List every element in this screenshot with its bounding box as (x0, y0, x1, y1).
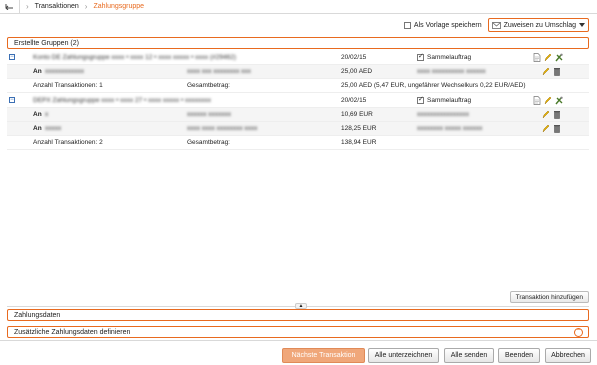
recipient-label: An (33, 111, 42, 118)
footer-bar: Nächste Transaktion Alle unterzeichnen A… (0, 340, 597, 365)
transaction-amount: 10,69 EUR (341, 111, 373, 118)
edit-pencil-icon[interactable] (542, 124, 550, 133)
document-icon[interactable] (533, 52, 541, 62)
collapse-group-icon[interactable]: − (9, 54, 15, 60)
total-value: 25,00 AED (5,47 EUR, ungefährer Wechselk… (341, 82, 526, 89)
cancel-label: Abbrechen (551, 352, 585, 359)
additional-data-section[interactable]: Zusätzliche Zahlungsdaten definieren ⌃ (7, 326, 589, 338)
payment-data-section[interactable]: Zahlungsdaten (7, 309, 589, 321)
trash-icon[interactable] (553, 110, 561, 119)
groups-table: − Konto DE Zahlungsgruppe xxxx • xxxx 12… (7, 50, 589, 150)
edit-pencil-icon[interactable] (542, 110, 550, 119)
finish-button[interactable]: Beenden (498, 348, 540, 363)
groups-section-title: Erstellte Gruppen (2) (14, 39, 79, 47)
transaction-count: Anzahl Transaktionen: 1 (33, 82, 103, 89)
assign-envelope-dropdown[interactable]: Zuweisen zu Umschlag (487, 18, 589, 32)
sammelauftrag-label: Sammelauftrag (427, 96, 472, 104)
total-value: 138,94 EUR (341, 139, 377, 146)
row-actions (542, 67, 561, 76)
transaction-reference: xxxxxxxx xxxxx xxxxxx (417, 125, 483, 132)
transaction-reference: xxxxxxxxxxxxxxxx (417, 111, 469, 118)
transaction-row[interactable]: An xxxxx xxxx xxxx xxxxxxxx xxxx 128,25 … (7, 122, 589, 136)
sign-all-label: Alle unterzeichnen (374, 352, 433, 359)
recipient-label: An (33, 125, 42, 132)
payment-data-title: Zahlungsdaten (14, 311, 61, 319)
recipient-name: xxxxxxxxxxxx (45, 68, 84, 75)
chevron-down-icon (579, 22, 585, 27)
edit-pencil-icon[interactable] (544, 96, 552, 105)
breadcrumb-transaktionen[interactable]: Transaktionen (35, 3, 79, 10)
recipient-account: xxxxxx xxxxxxx (187, 111, 232, 118)
sammelauftrag-field[interactable]: Sammelauftrag (417, 95, 472, 104)
back-arrow-icon (5, 4, 13, 10)
add-transaction-button[interactable]: Transaktion hinzufügen (509, 291, 589, 303)
breadcrumb-zahlungsgruppe: Zahlungsgruppe (93, 3, 145, 10)
group-actions (533, 52, 563, 62)
envelope-icon (491, 21, 501, 29)
edit-pencil-icon[interactable] (544, 53, 552, 62)
sammelauftrag-checkbox[interactable] (417, 52, 424, 61)
additional-data-title: Zusätzliche Zahlungsdaten definieren (14, 328, 131, 336)
trash-icon[interactable] (553, 124, 561, 133)
save-template-checkbox[interactable] (403, 21, 411, 29)
edit-pencil-icon[interactable] (542, 67, 550, 76)
add-transaction-label: Transaktion hinzufügen (515, 293, 583, 301)
total-label: Gesamtbetrag: (187, 82, 230, 89)
row-actions (542, 110, 561, 119)
group-title: Konto DE Zahlungsgruppe xxxx • xxxx 12 •… (33, 53, 236, 61)
group-summary-row: Anzahl Transaktionen: 2 Gesamtbetrag: 13… (7, 136, 589, 150)
recipient-account: xxxx xxxx xxxxxxxx xxxx (187, 125, 258, 132)
sammelauftrag-label: Sammelauftrag (427, 53, 472, 61)
total-label: Gesamtbetrag: (187, 139, 230, 146)
recipient-name: x (45, 111, 49, 118)
transaction-row[interactable]: An xxxxxxxxxxxx xxxx xxx xxxxxxxx xxx 25… (7, 65, 589, 79)
group-date: 20/02/15 (341, 53, 367, 61)
group-actions (533, 95, 563, 105)
sign-all-button[interactable]: Alle unterzeichnen (368, 348, 439, 363)
send-all-label: Alle senden (450, 352, 488, 359)
breadcrumb-bar: › Transaktionen › Zahlungsgruppe (0, 0, 597, 14)
sammelauftrag-checkbox[interactable] (417, 95, 424, 104)
cancel-button[interactable]: Abbrechen (545, 348, 591, 363)
group-header-row[interactable]: − DEPX Zahlungsgruppe xxxx • xxxx 27 • x… (7, 93, 589, 108)
transaction-count: Anzahl Transaktionen: 2 (33, 139, 103, 146)
recipient-account: xxxx xxx xxxxxxxx xxx (187, 68, 251, 75)
group-header-row[interactable]: − Konto DE Zahlungsgruppe xxxx • xxxx 12… (7, 50, 589, 65)
back-button[interactable] (0, 0, 20, 14)
transaction-row[interactable]: An x xxxxxx xxxxxxx 10,69 EUR xxxxxxxxxx… (7, 108, 589, 122)
group-summary-row: Anzahl Transaktionen: 1 Gesamtbetrag: 25… (7, 79, 589, 93)
transaction-amount: 25,00 AED (341, 68, 373, 75)
collapse-up-icon[interactable]: ⌃ (574, 328, 583, 337)
transaction-amount: 128,25 EUR (341, 125, 377, 132)
toolbar: Als Vorlage speichern Zuweisen zu Umschl… (403, 18, 589, 32)
collapse-group-icon[interactable]: − (9, 97, 15, 103)
tools-icon[interactable] (555, 96, 563, 105)
recipient-name: xxxxx (45, 125, 62, 132)
tools-icon[interactable] (555, 53, 563, 62)
breadcrumb-separator: › (84, 2, 88, 11)
finish-label: Beenden (504, 352, 534, 359)
groups-section-header[interactable]: Erstellte Gruppen (2) (7, 37, 589, 49)
assign-envelope-label: Zuweisen zu Umschlag (503, 21, 576, 29)
breadcrumb: › Transaktionen › Zahlungsgruppe (20, 2, 144, 11)
document-icon[interactable] (533, 95, 541, 105)
transaction-reference: xxxx xxxxxxxxxx xxxxxx (417, 68, 486, 75)
send-all-button[interactable]: Alle senden (444, 348, 494, 363)
breadcrumb-separator: › (26, 2, 29, 11)
group-title: DEPX Zahlungsgruppe xxxx • xxxx 27 • xxx… (33, 96, 212, 104)
recipient-label: An (33, 68, 42, 75)
sammelauftrag-field[interactable]: Sammelauftrag (417, 52, 472, 61)
trash-icon[interactable] (553, 67, 561, 76)
save-template-label: Als Vorlage speichern (413, 21, 482, 29)
row-actions (542, 124, 561, 133)
group-date: 20/02/15 (341, 96, 367, 104)
save-template-option[interactable]: Als Vorlage speichern (403, 21, 482, 29)
next-transaction-label: Nächste Transaktion (291, 352, 356, 359)
next-transaction-button[interactable]: Nächste Transaktion (282, 348, 365, 363)
